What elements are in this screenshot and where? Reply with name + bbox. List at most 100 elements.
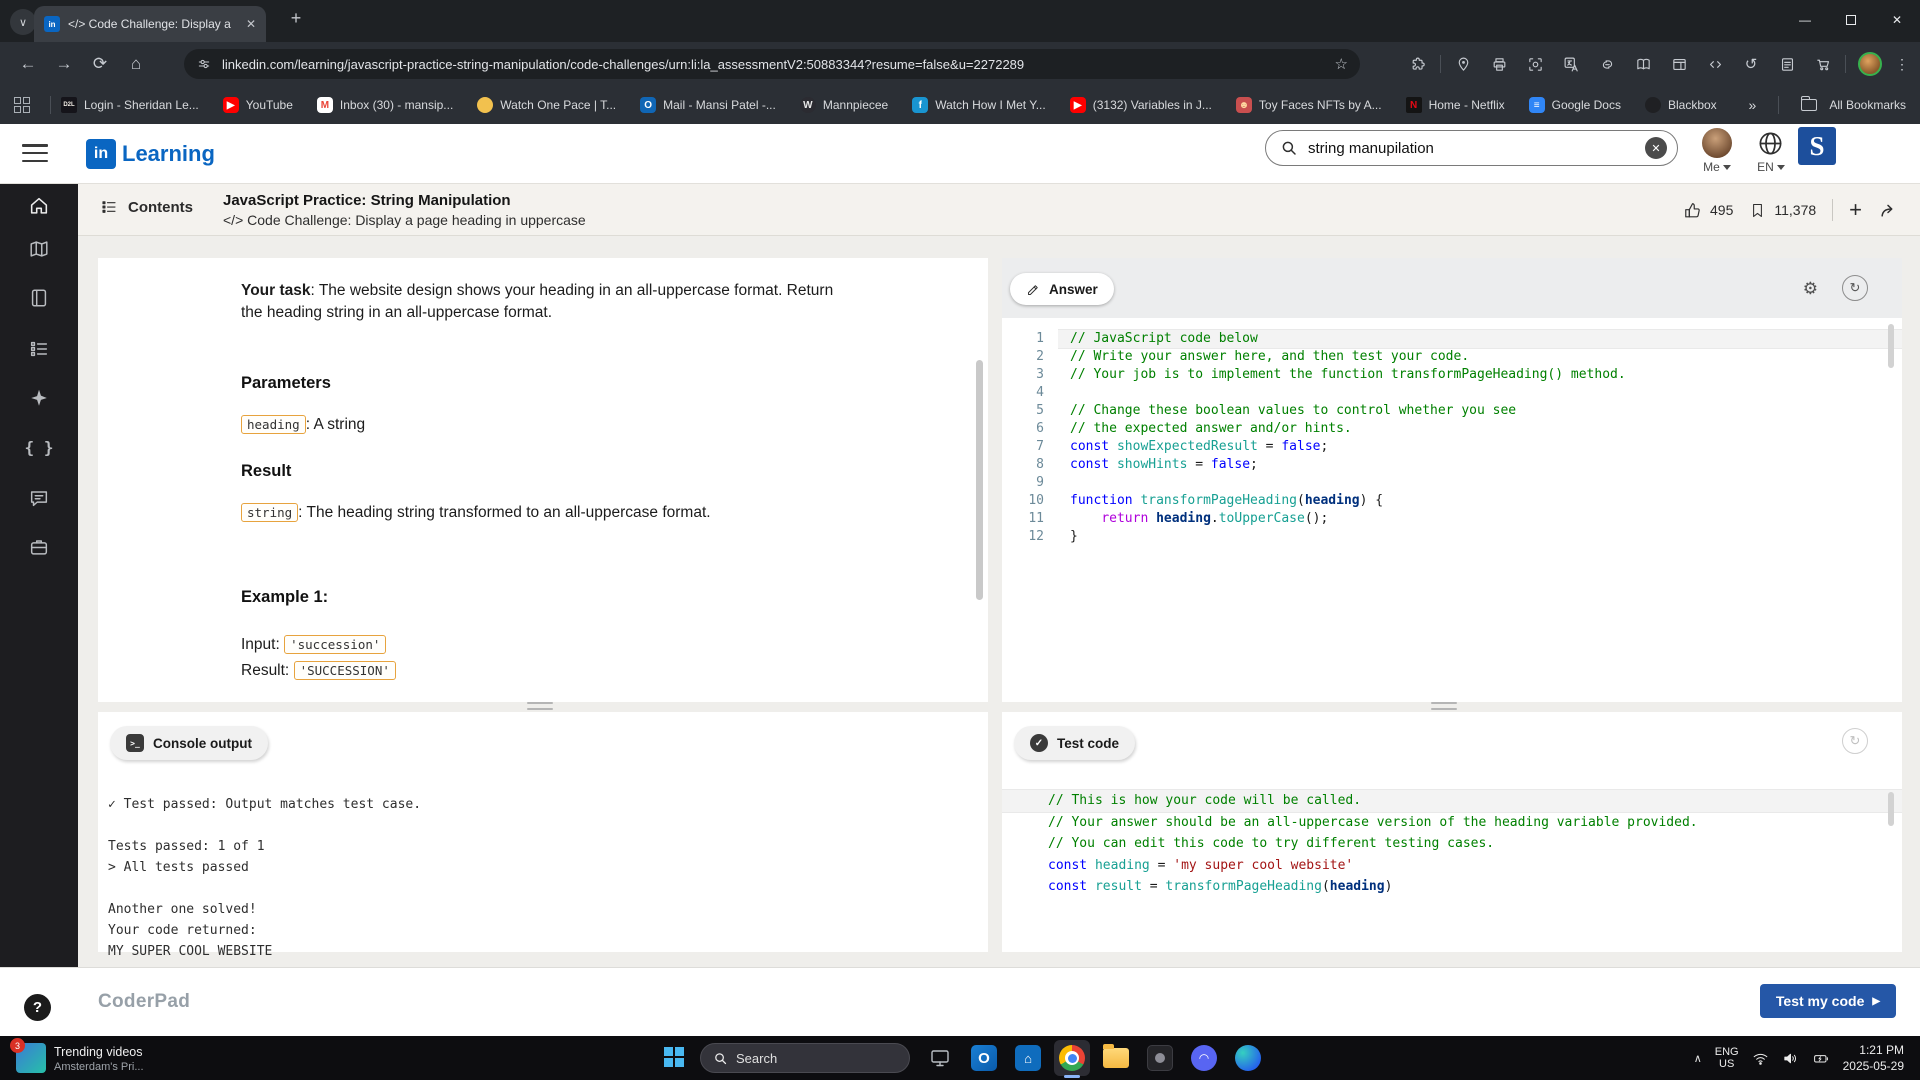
search-input[interactable]: string manupilation — [1308, 140, 1635, 157]
bookmark-item[interactable]: ▶(3132) Variables in J... — [1070, 97, 1212, 113]
settings-gear-icon[interactable]: ⚙ — [1803, 279, 1818, 299]
taskbar-app-file-explorer[interactable] — [1098, 1040, 1134, 1076]
organization-logo[interactable]: S — [1798, 127, 1836, 165]
browser-profile-avatar[interactable] — [1858, 52, 1882, 76]
tab-answer[interactable]: Answer — [1010, 273, 1114, 305]
translate-icon[interactable] — [1553, 42, 1589, 86]
clear-search-icon[interactable]: ✕ — [1645, 137, 1667, 159]
bookmark-item[interactable]: Blackbox — [1645, 97, 1717, 113]
learning-brand-label[interactable]: Learning — [122, 141, 215, 167]
reload-icon[interactable]: ⟳ — [82, 54, 118, 74]
volume-icon[interactable] — [1782, 1050, 1799, 1067]
sidebar-item-code-challenges[interactable]: { } — [0, 438, 78, 457]
tab-console-output[interactable]: >_ Console output — [110, 726, 268, 760]
sidebar-item-library[interactable] — [0, 287, 78, 309]
sidebar-item-qa-chat[interactable] — [0, 487, 78, 509]
bookmark-item[interactable]: Watch One Pace | T... — [477, 97, 616, 113]
tab-test-code[interactable]: ✓ Test code — [1014, 726, 1135, 760]
like-thumb-icon[interactable] — [1683, 201, 1702, 220]
home-icon[interactable]: ⌂ — [118, 54, 154, 74]
window-maximize-button[interactable] — [1828, 0, 1874, 40]
bookmark-item[interactable]: ▶YouTube — [223, 97, 293, 113]
back-icon[interactable]: ← — [10, 54, 46, 74]
reading-list-icon[interactable] — [1769, 42, 1805, 86]
linkedin-logo[interactable]: in — [86, 139, 116, 169]
tray-chevron-icon[interactable]: ∧ — [1694, 1052, 1702, 1065]
save-bookmark-icon[interactable] — [1749, 201, 1766, 220]
help-button[interactable]: ? — [24, 994, 51, 1021]
dev-code-icon[interactable] — [1697, 42, 1733, 86]
splitter-handle-left[interactable] — [527, 702, 553, 710]
test-my-code-button[interactable]: Test my code ▶ — [1760, 984, 1896, 1018]
sidebar-item-checklist[interactable] — [0, 338, 78, 360]
reset-test-code-icon[interactable]: ↻ — [1842, 728, 1868, 754]
test-code-editor[interactable]: // This is how your code will be called.… — [1002, 790, 1902, 898]
site-settings-icon[interactable] — [196, 56, 212, 72]
taskbar-app-store[interactable]: ⌂ — [1010, 1040, 1046, 1076]
taskbar-app-chrome[interactable] — [1054, 1040, 1090, 1076]
me-menu[interactable]: Me — [1695, 160, 1739, 174]
extensions-puzzle-icon[interactable] — [1400, 42, 1436, 86]
bookmarks-overflow-icon[interactable]: » — [1749, 97, 1757, 113]
cart-icon[interactable] — [1805, 42, 1841, 86]
bookmark-item[interactable]: WMannpiecee — [800, 97, 888, 113]
reset-code-icon[interactable]: ↻ — [1842, 275, 1868, 301]
browser-menu-icon[interactable]: ⋮ — [1890, 56, 1914, 73]
bookmark-item[interactable]: MInbox (30) - mansip... — [317, 97, 453, 113]
print-icon[interactable] — [1481, 42, 1517, 86]
bookmark-item[interactable]: ≡Google Docs — [1529, 97, 1621, 113]
new-tab-button[interactable]: + — [284, 8, 308, 29]
splitter-handle-right[interactable] — [1431, 702, 1457, 710]
taskbar-app-outlook[interactable]: O — [966, 1040, 1002, 1076]
me-avatar[interactable] — [1702, 128, 1732, 158]
hamburger-menu-icon[interactable] — [22, 144, 48, 162]
instructions-scrollbar[interactable] — [976, 360, 983, 600]
tab-search-button[interactable]: ∨ — [10, 9, 36, 35]
reading-mode-icon[interactable] — [1625, 42, 1661, 86]
bookmark-star-icon[interactable]: ☆ — [1335, 55, 1348, 73]
widget-subtitle[interactable]: Amsterdam's Pri... — [54, 1061, 144, 1073]
apps-grid-icon[interactable] — [14, 97, 30, 113]
sidebar-item-ai-sparkle[interactable] — [0, 387, 78, 409]
language-menu[interactable]: EN — [1749, 160, 1793, 174]
bookmark-item[interactable]: ☻Toy Faces NFTs by A... — [1236, 97, 1382, 113]
bookmark-item[interactable]: NHome - Netflix — [1406, 97, 1505, 113]
window-minimize-button[interactable]: — — [1782, 0, 1828, 40]
browser-tab[interactable]: in </> Code Challenge: Display a ✕ — [34, 6, 266, 42]
sidebar-item-home[interactable] — [0, 195, 78, 217]
bookmark-item[interactable]: fWatch How I Met Y... — [912, 97, 1045, 113]
tab-close-icon[interactable]: ✕ — [246, 17, 256, 31]
language-indicator[interactable]: ENGUS — [1715, 1046, 1739, 1070]
window-close-button[interactable]: ✕ — [1874, 0, 1920, 40]
add-icon[interactable]: + — [1849, 197, 1862, 223]
widget-title[interactable]: Trending videos — [54, 1045, 142, 1059]
address-bar[interactable]: linkedin.com/learning/javascript-practic… — [184, 49, 1360, 79]
wifi-icon[interactable] — [1752, 1050, 1769, 1067]
sidebar-item-career-briefcase[interactable] — [0, 536, 78, 558]
side-panel-icon[interactable] — [1661, 42, 1697, 86]
forward-icon[interactable]: → — [46, 54, 82, 74]
taskbar-app-desktop[interactable] — [922, 1040, 958, 1076]
test-editor-scrollbar[interactable] — [1888, 792, 1894, 826]
contents-button[interactable]: Contents — [100, 198, 193, 216]
bookmark-item[interactable]: OMail - Mansi Patel -... — [640, 97, 776, 113]
language-globe-icon[interactable] — [1757, 130, 1784, 157]
header-search-box[interactable]: string manupilation ✕ — [1265, 130, 1678, 166]
history-icon[interactable]: ↺ — [1733, 42, 1769, 86]
taskbar-app-camera[interactable] — [1142, 1040, 1178, 1076]
all-bookmarks-label[interactable]: All Bookmarks — [1829, 98, 1906, 112]
taskbar-app-edge[interactable] — [1230, 1040, 1266, 1076]
taskbar-app-teams[interactable]: ◠ — [1186, 1040, 1222, 1076]
bookmark-item[interactable]: D2LLogin - Sheridan Le... — [61, 97, 199, 113]
battery-icon[interactable] — [1812, 1050, 1830, 1067]
answer-editor[interactable]: 1// JavaScript code below2// Write your … — [1002, 318, 1902, 702]
screenshot-icon[interactable] — [1517, 42, 1553, 86]
copy-link-icon[interactable] — [1589, 42, 1625, 86]
share-icon[interactable] — [1878, 200, 1898, 220]
sidebar-item-map[interactable] — [0, 238, 78, 260]
location-pin-icon[interactable] — [1445, 42, 1481, 86]
answer-editor-scrollbar[interactable] — [1888, 324, 1894, 368]
taskbar-search[interactable]: Search — [700, 1043, 910, 1073]
taskbar-clock[interactable]: 1:21 PM2025-05-29 — [1843, 1042, 1904, 1074]
start-button[interactable] — [664, 1047, 684, 1067]
